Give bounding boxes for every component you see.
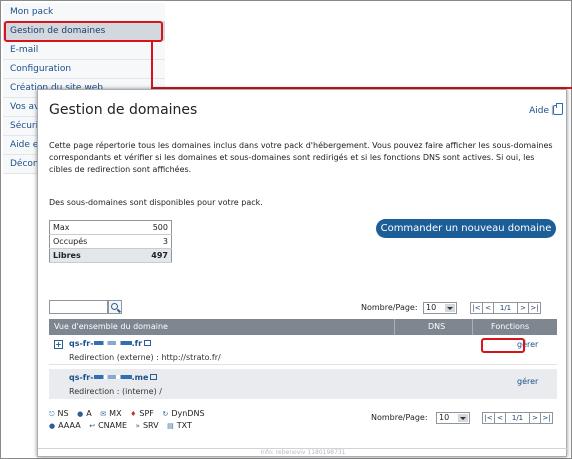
per-page-value: 10 [426,303,437,312]
domain-name-suffix: .fr [131,339,143,348]
quota-value: 3 [127,234,172,249]
per-page-label-bottom: Nombre/Page: [371,413,428,422]
domain-name-suffix: .me [131,373,149,382]
sidebar-item-mon-pack[interactable]: Mon pack [3,3,165,22]
last-page-button[interactable]: >| [528,302,541,314]
last-page-button[interactable]: >| [540,412,553,424]
subdomain-info-text: Des sous-domaines sont disponibles pour … [49,198,263,207]
subdomain-quota-table: Max 500 Occupés 3 Libres 497 [49,220,172,263]
quota-label: Max [49,220,128,235]
txt-icon: ▤ [167,422,174,430]
quota-label: Libres [49,248,128,263]
column-header-functions[interactable]: Fonctions [491,319,529,335]
cname-icon: ↩ [89,422,96,430]
legend-item-ns: ⎋ NS [49,409,69,418]
search-button[interactable] [108,300,122,314]
column-divider [472,319,473,335]
redirect-info: Redirection : (interne) / [69,387,162,396]
dns-legend: ⎋ NS ● A ✉ MX ♦ SPF ↻ DynDNS ● AAAA ↩ CNAME » SR… [49,408,211,432]
domain-name-prefix: qs-fr- [69,339,94,348]
per-page-select[interactable]: 10 [423,302,457,314]
domain-name-prefix: qs-fr- [69,373,94,382]
quota-value: 497 [127,248,172,263]
expand-icon[interactable]: + [54,340,63,349]
quota-row-max: Max 500 [49,220,172,235]
dyndns-icon: ↻ [162,410,169,418]
legend-line-2: ● AAAA ↩ CNAME » SRV ▤ TXT [49,420,211,432]
domain-name-redacted [93,341,132,345]
help-link[interactable]: Aide [529,106,549,116]
chevron-down-icon [458,414,468,422]
annotation-connector-vertical [151,42,153,89]
quota-row-occupes: Occupés 3 [49,234,172,249]
legend-item-srv: » SRV [135,421,159,430]
a-record-icon: ● [77,410,84,418]
legend-item-txt: ▤ TXT [167,421,192,430]
search-input[interactable] [49,300,108,314]
sidebar-highlight-annotation [4,21,163,42]
legend-item-a: ● A [77,409,92,418]
table-row: qs-fr- .me Redirection : (interne) / gére… [49,369,557,399]
external-link-icon [150,374,158,380]
footer-info: Info: rebenoviv 1180198731 [38,448,568,456]
quota-row-libres: Libres 497 [49,248,172,263]
domain-management-panel: Gestion de domaines Aide | Cette page ré… [37,89,568,457]
legend-item-dyndns: ↻ DynDNS [162,409,205,418]
manage-highlight-annotation [481,338,525,353]
manage-link[interactable]: gérer [517,377,538,386]
sidebar-item-configuration[interactable]: Configuration [3,60,165,79]
per-page-label: Nombre/Page: [361,303,418,312]
domain-grid-header: Vue d'ensemble du domaine DNS Fonctions [49,319,557,335]
print-icon[interactable] [553,103,563,115]
legend-item-cname: ↩ CNAME [89,421,128,430]
page-indicator: 1/1 [493,302,518,314]
search-icon-handle [117,308,121,313]
legend-item-aaaa: ● AAAA [49,421,81,430]
redirect-info: Redirection (externe) : http://strato.fr… [69,353,221,362]
srv-icon: » [135,422,140,430]
domain-name-link[interactable]: qs-fr- .fr [69,339,152,348]
per-page-value: 10 [439,413,450,422]
order-new-domain-button[interactable]: Commander un nouveau domaine [376,219,556,238]
chevron-down-icon [445,304,455,312]
per-page-select-bottom[interactable]: 10 [436,412,470,424]
spf-icon: ♦ [130,410,137,418]
page-title: Gestion de domaines [49,102,198,118]
page-indicator: 1/1 [505,412,530,424]
mx-icon: ✉ [100,410,107,418]
legend-line-1: ⎋ NS ● A ✉ MX ♦ SPF ↻ DynDNS [49,408,211,420]
quota-label: Occupés [49,234,128,249]
external-link-icon [144,340,152,346]
column-header-overview[interactable]: Vue d'ensemble du domaine [54,319,168,335]
column-divider [394,319,395,335]
pagination-bottom: |< < 1/1 > >| [482,412,553,424]
domain-name-link[interactable]: qs-fr- .me [69,373,158,382]
legend-item-spf: ♦ SPF [130,409,154,418]
aaaa-icon: ● [49,422,56,430]
sidebar-item-email[interactable]: E-mail [3,41,165,60]
domain-name-redacted [93,375,132,379]
column-header-dns[interactable]: DNS [428,319,445,335]
quota-value: 500 [127,220,172,235]
legend-item-mx: ✉ MX [100,409,122,418]
pagination-top: |< < 1/1 > >| [470,302,541,314]
intro-text: Cette page répertorie tous les domaines … [49,141,553,174]
ns-icon: ⎋ [49,410,55,418]
